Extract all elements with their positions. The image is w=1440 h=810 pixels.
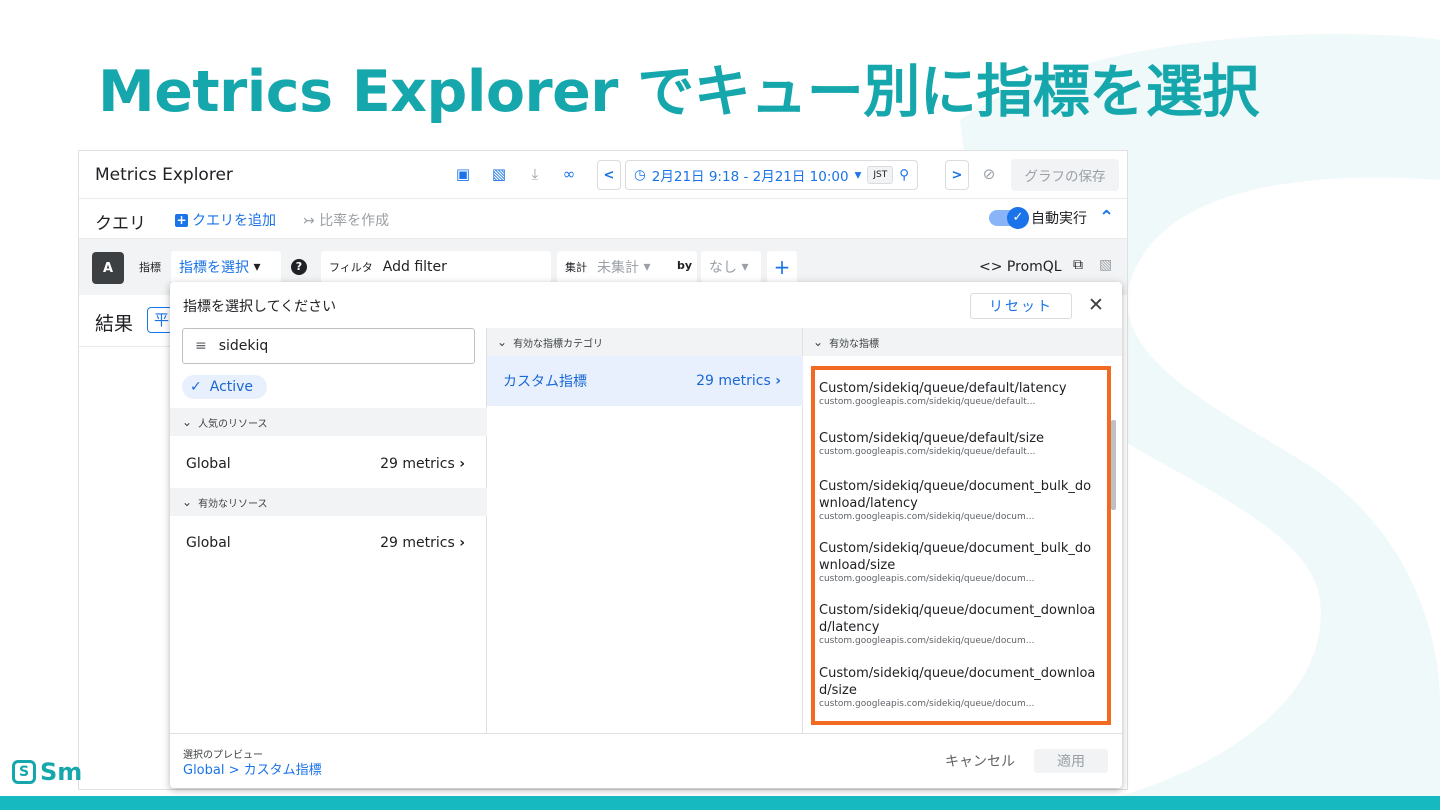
chevron-down-icon: ⌄ [813,335,824,349]
group-by-field[interactable]: なし ▾ [701,251,761,283]
chevron-down-icon: ▾ [253,259,261,275]
create-ratio-button[interactable]: ↣ 比率を作成 [303,210,389,230]
add-clause-button[interactable]: + [767,251,797,283]
metrics-header-label: 有効な指標 [829,338,880,350]
metric-select-dropdown[interactable]: 指標を選択 ▾ [171,251,281,283]
feedback-icon[interactable]: ▣ [453,165,473,183]
time-range-selector[interactable]: ◷ 2月21日 9:18 - 2月21日 10:00 ▾ JST ⚲ [625,160,919,190]
resource-column: ≡ sidekiq ✓ Active ⌄ 人気のリソース Global 29 m… [170,328,487,733]
resource-count: 29 metrics › [380,456,465,472]
metrics-header: ⌄ 有効な指標 [803,328,1122,356]
chevron-down-icon: ⌄ [182,495,193,509]
highlight-box [811,366,1111,725]
link-icon[interactable]: ∞ [559,165,579,183]
category-header-label: 有効な指標カテゴリ [513,338,604,350]
scrollbar[interactable] [1111,420,1116,510]
category-row-custom[interactable]: カスタム指標 29 metrics › [487,356,803,406]
plus-icon: + [175,212,188,227]
time-next-button[interactable]: > [945,160,969,190]
preview-value: Global > カスタム指標 [183,763,322,778]
app-title: Metrics Explorer [95,165,233,185]
download-icon[interactable]: ⤓ [525,165,545,183]
active-resources-label: 有効なリソース [198,498,268,510]
timezone-badge[interactable]: JST [867,166,894,184]
chevron-down-icon: ⌄ [182,415,193,429]
toggle-switch[interactable]: ✓ [989,207,1029,229]
active-filter-chip[interactable]: ✓ Active [182,375,268,399]
metric-picker-dialog: 指標を選択してください リセット ✕ ≡ sidekiq ✓ Active ⌄ … [170,282,1122,788]
chevron-down-icon: ⌄ [497,335,508,349]
category-name: カスタム指標 [503,374,587,390]
add-query-label: クエリを追加 [192,213,276,229]
brand-text: Sm [40,758,83,786]
filter-label: フィルタ [329,261,373,274]
metric-select-label: 指標を選択 [179,260,249,276]
autorun-toggle[interactable]: ✓ 自動実行 [989,207,1087,229]
category-header: ⌄ 有効な指標カテゴリ [487,328,802,356]
trash-icon[interactable]: ▧ [1099,257,1112,273]
popular-resources-label: 人気のリソース [198,418,268,430]
bottom-accent-band [0,796,1440,810]
create-ratio-label: 比率を作成 [319,213,390,229]
query-id-badge: A [92,252,124,284]
resource-name: Global [186,456,231,472]
promql-toggle[interactable]: <> PromQL [979,259,1062,275]
check-icon: ✓ [190,379,202,395]
results-label: 結果 [95,313,134,335]
search-input[interactable]: ≡ sidekiq [182,328,475,364]
group-by-value: なし [709,260,737,276]
help-icon[interactable]: ? [291,259,307,275]
dialog-footer: 選択のプレビュー Global > カスタム指標 キャンセル 適用 [170,733,1122,788]
promql-label: PromQL [1006,259,1062,275]
aggregation-label: 集計 [565,261,587,274]
resource-count: 29 metrics › [380,535,465,551]
disable-sync-icon[interactable]: ⊘ [979,165,999,183]
resource-row-global-popular[interactable]: Global 29 metrics › [170,439,487,489]
slide-title: Metrics Explorer でキュー別に指標を選択 [98,59,1259,125]
filter-input[interactable]: Add filter [383,259,447,275]
filter-icon: ≡ [195,338,207,354]
zoom-icon[interactable]: ⚲ [899,167,909,183]
apply-button[interactable]: 適用 [1034,749,1108,773]
resource-row-global-active[interactable]: Global 29 metrics › [170,518,487,568]
add-query-button[interactable]: + クエリを追加 [175,210,276,230]
active-chip-label: Active [209,379,254,395]
top-toolbar: Metrics Explorer ▣ ▧ ⤓ ∞ < ◷ 2月21日 9:18 … [79,151,1127,199]
close-icon[interactable]: ✕ [1088,294,1104,316]
metric-field-label: 指標 [139,261,161,274]
query-bar: クエリ + クエリを追加 ↣ 比率を作成 ✓ 自動実行 ⌃ [79,199,1127,239]
aggregation-value: 未集計 [597,260,639,276]
cancel-button[interactable]: キャンセル [945,751,1015,771]
filter-field[interactable]: フィルタ Add filter [321,251,551,283]
aggregation-field[interactable]: 集計 未集計 ▾ [557,251,697,283]
resource-name: Global [186,535,231,551]
time-prev-button[interactable]: < [597,160,621,190]
divider [79,346,171,347]
code-icon[interactable]: ▧ [489,165,509,183]
search-value: sidekiq [218,338,269,354]
collapse-icon[interactable]: ⌃ [1099,207,1114,228]
category-column: ⌄ 有効な指標カテゴリ カスタム指標 29 metrics › [487,328,803,733]
time-range-text: 2月21日 9:18 - 2月21日 10:00 [651,169,849,185]
reset-button[interactable]: リセット [970,293,1072,319]
active-resources-header[interactable]: ⌄ 有効なリソース [170,488,487,516]
autorun-label: 自動実行 [1031,211,1087,227]
metric-column: ⌄ 有効な指標 Custom/sidekiq/queue/default/lat… [803,328,1122,733]
query-label: クエリ [95,214,146,234]
popular-resources-header[interactable]: ⌄ 人気のリソース [170,408,487,436]
brand-logo: S Sm [12,758,82,786]
copy-icon[interactable]: ⧉ [1073,257,1083,273]
save-graph-button[interactable]: グラフの保存 [1011,159,1119,191]
dialog-title: 指標を選択してください [183,299,337,315]
clock-icon: ◷ [634,167,646,183]
chevron-down-icon: ▾ [854,167,862,183]
category-count: 29 metrics › [696,373,781,389]
by-label: by [677,259,693,272]
check-icon: ✓ [1007,207,1029,229]
logo-icon: S [12,760,36,784]
